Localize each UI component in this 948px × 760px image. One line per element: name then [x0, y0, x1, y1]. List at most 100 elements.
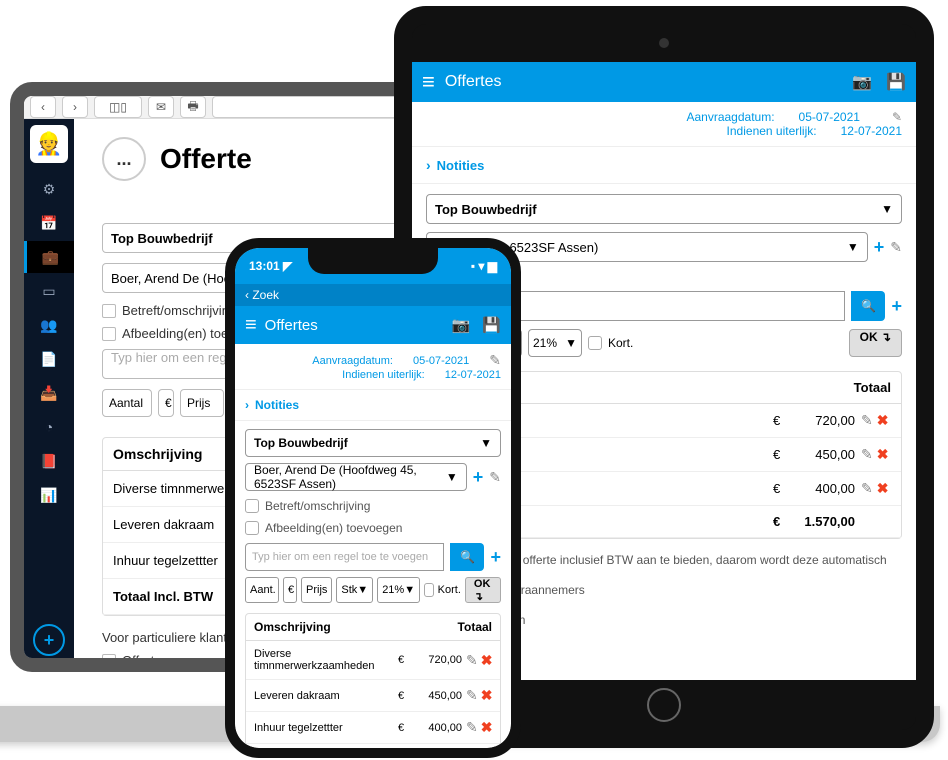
tablet-camera — [659, 38, 669, 48]
more-menu-button[interactable]: ... — [102, 137, 146, 181]
phone-meta-dates: Aanvraagdatum:05-07-2021✎ Indienen uiter… — [235, 344, 511, 390]
checkbox-icon[interactable] — [102, 654, 116, 668]
phone-notch — [308, 248, 438, 274]
table-total-row: Totaal Incl. BTW€1.570,00 — [246, 744, 500, 748]
price-input[interactable]: Prijs — [180, 389, 224, 417]
delete-row-icon[interactable]: ✖ — [481, 719, 493, 736]
tablet-app-header: ≡ Offertes 📷 💾 — [412, 62, 916, 102]
status-time: 13:01 ◤ — [249, 259, 292, 273]
currency-label: € — [158, 389, 174, 417]
edit-row-icon[interactable]: ✎ — [861, 446, 873, 463]
camera-icon[interactable]: 📷 — [452, 316, 471, 334]
edit-customer-icon[interactable]: ✎ — [890, 239, 902, 256]
search-icon — [861, 297, 876, 315]
qty-input[interactable]: Aant. — [245, 577, 279, 603]
vat-select[interactable]: 21%▼ — [377, 577, 420, 603]
tablet-home-button[interactable] — [647, 688, 681, 722]
delete-row-icon[interactable]: ✖ — [877, 480, 889, 497]
discount-label: Kort. — [608, 336, 633, 350]
notities-section[interactable]: Notities — [412, 147, 916, 184]
ok-button[interactable]: OK ↴ — [465, 577, 501, 603]
discount-checkbox[interactable] — [424, 583, 434, 597]
tab-overview-icon[interactable]: ◫▯ — [94, 96, 142, 118]
delete-row-icon[interactable]: ✖ — [877, 412, 889, 429]
phone-device: 13:01 ◤ ▪ ▾ ▆ ‹ Zoek ≡ Offertes 📷 💾 Aanv… — [225, 238, 521, 758]
calendar-icon[interactable]: 📅 — [24, 207, 74, 239]
edit-customer-icon[interactable]: ✎ — [489, 469, 501, 486]
hamburger-icon[interactable]: ≡ — [422, 69, 435, 95]
discount-checkbox[interactable] — [588, 336, 602, 350]
search-button[interactable] — [851, 291, 885, 321]
price-input[interactable]: Prijs — [301, 577, 332, 603]
col-total: Totaal — [458, 620, 492, 634]
card-icon[interactable]: ▭ — [24, 275, 74, 307]
hamburger-icon[interactable]: ≡ — [245, 314, 257, 337]
clock-icon[interactable]: ◔ — [24, 411, 74, 443]
phone-app-header: ≡ Offertes 📷 💾 — [235, 306, 511, 344]
unit-select[interactable]: Stk▼ — [336, 577, 373, 603]
dashboard-icon[interactable]: ⚙ — [24, 173, 74, 205]
phone-nav-back[interactable]: ‹ Zoek — [235, 284, 511, 306]
app-logo[interactable]: 👷 — [30, 125, 68, 163]
nav-back-icon[interactable]: ‹ — [30, 96, 56, 118]
camera-icon[interactable]: 📷 — [852, 72, 872, 92]
book-icon[interactable]: 📕 — [24, 445, 74, 477]
discount-label: Kort. — [438, 584, 461, 596]
qty-input[interactable]: Aantal — [102, 389, 152, 417]
table-row[interactable]: Inhuur tegelzettter€400,00✎✖ — [246, 712, 500, 744]
edit-row-icon[interactable]: ✎ — [466, 687, 478, 704]
meta-dates: Aanvraagdatum:05-07-2021✎ Indienen uiter… — [412, 102, 916, 147]
status-signal-icon: ▪ ▾ ▆ — [471, 259, 497, 273]
col-desc: Omschrijving — [254, 620, 331, 634]
page-title: Offerte — [160, 143, 252, 175]
company-select[interactable]: Top Bouwbedrijf▼ — [245, 429, 501, 457]
briefcase-icon[interactable]: 💼 — [24, 241, 74, 273]
add-button[interactable]: + — [33, 624, 65, 656]
save-icon[interactable]: 💾 — [886, 72, 906, 92]
collapse-sidebar-icon[interactable]: » — [45, 668, 53, 672]
table-row[interactable]: Leveren dakraam€450,00✎✖ — [246, 680, 500, 712]
search-button[interactable] — [450, 543, 484, 571]
currency-label: € — [283, 577, 297, 603]
edit-date-icon[interactable]: ✎ — [489, 352, 501, 369]
add-line-icon[interactable]: + — [891, 296, 902, 317]
file-icon[interactable]: 📄 — [24, 343, 74, 375]
add-line-icon[interactable]: + — [490, 547, 501, 568]
edit-row-icon[interactable]: ✎ — [861, 412, 873, 429]
checkbox-icon[interactable] — [245, 521, 259, 535]
delete-row-icon[interactable]: ✖ — [877, 446, 889, 463]
sidebar-nav: 👷 ⚙ 📅 💼 ▭ 👥 📄 📥 ◔ 📕 📊 + » — [24, 119, 74, 672]
phone-lines-table: Omschrijving Totaal Diverse timnmerwerkza… — [245, 613, 501, 748]
stats-icon[interactable]: 📊 — [24, 479, 74, 511]
mail-icon[interactable]: ✉ — [148, 96, 174, 118]
nav-fwd-icon[interactable]: › — [62, 96, 88, 118]
company-select[interactable]: Top Bouwbedrijf▼ — [426, 194, 902, 224]
search-icon — [460, 548, 475, 566]
users-icon[interactable]: 👥 — [24, 309, 74, 341]
inbox-icon[interactable]: 📥 — [24, 377, 74, 409]
add-customer-icon[interactable]: + — [874, 237, 885, 258]
images-checkbox[interactable]: Afbeelding(en) toevoegen — [245, 521, 501, 535]
subject-checkbox[interactable]: Betreft/omschrijving — [245, 499, 501, 513]
add-customer-icon[interactable]: + — [473, 467, 484, 488]
vat-select[interactable]: 21%▼ — [528, 329, 582, 357]
delete-row-icon[interactable]: ✖ — [481, 687, 493, 704]
edit-row-icon[interactable]: ✎ — [466, 719, 478, 736]
notities-section[interactable]: Notities — [235, 390, 511, 421]
ok-button[interactable]: OK ↴ — [849, 329, 902, 357]
checkbox-icon[interactable] — [245, 499, 259, 513]
checkbox-icon[interactable] — [102, 304, 116, 318]
col-total: Totaal — [854, 380, 891, 395]
edit-date-icon[interactable]: ✎ — [892, 110, 902, 124]
header-title: Offertes — [265, 317, 440, 334]
table-row[interactable]: Diverse timnmerwerkzaamheden€720,00✎✖ — [246, 641, 500, 680]
print-icon[interactable]: 🖶 — [180, 96, 206, 118]
line-input[interactable]: Typ hier om een regel toe te voegen — [245, 543, 444, 571]
edit-row-icon[interactable]: ✎ — [466, 652, 478, 669]
checkbox-icon[interactable] — [102, 327, 116, 341]
save-icon[interactable]: 💾 — [482, 316, 501, 334]
customer-select[interactable]: Boer, Arend De (Hoofdweg 45, 6523SF Asse… — [245, 463, 467, 491]
delete-row-icon[interactable]: ✖ — [481, 652, 493, 669]
edit-row-icon[interactable]: ✎ — [861, 480, 873, 497]
header-title: Offertes — [445, 73, 838, 91]
